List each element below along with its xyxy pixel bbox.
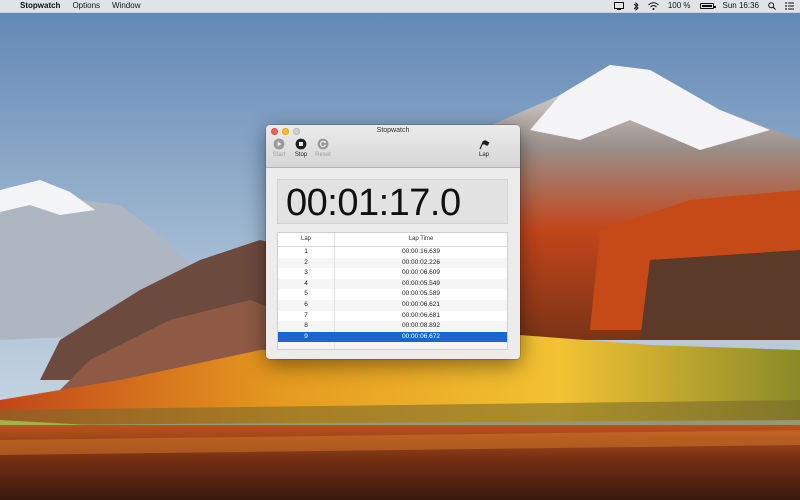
reset-icon	[317, 138, 329, 150]
stopwatch-window: Stopwatch Start Stop Reset Lap 00:01:17.…	[266, 125, 520, 359]
display-mirror-icon[interactable]	[613, 0, 624, 12]
stop-icon	[295, 138, 307, 150]
table-row[interactable]: 4 00:00:05.549	[278, 278, 507, 290]
bluetooth-icon[interactable]	[633, 0, 639, 12]
battery-icon[interactable]	[699, 0, 716, 12]
table-row[interactable]: 9 00:00:06.672	[278, 331, 507, 343]
window-content: 00:01:17.0 Lap Lap Time 1 00:00:16.639 2 00…	[266, 168, 520, 359]
lap-time-cell: 00:00:16.639	[402, 248, 440, 255]
lap-label: Lap	[478, 152, 489, 158]
table-row[interactable]: 8 00:00:08.892	[278, 321, 507, 332]
menu-clock[interactable]: Sun 16:36	[723, 0, 759, 12]
search-icon[interactable]	[768, 0, 776, 12]
table-row[interactable]: 3 00:00:06.609	[278, 268, 507, 279]
flag-icon	[478, 138, 490, 150]
table-header: Lap Lap Time	[278, 233, 507, 247]
lap-number-cell: 5	[278, 289, 335, 300]
lap-time-cell: 00:00:06.609	[402, 269, 440, 277]
lap-number-cell: 2	[278, 257, 335, 269]
table-row[interactable]: 5 00:00:05.589	[278, 289, 507, 300]
lap-number-cell: 9	[278, 331, 335, 343]
empty-cell	[335, 342, 507, 349]
reset-label: Reset	[315, 152, 331, 158]
lap-number-cell: 7	[278, 310, 335, 322]
column-header-lap[interactable]: Lap	[278, 233, 335, 246]
menu-app-name[interactable]: Stopwatch	[20, 0, 60, 12]
lap-time-cell: 00:00:02.226	[402, 258, 440, 266]
table-row[interactable]: 2 00:00:02.226	[278, 257, 507, 269]
time-display-panel: 00:01:17.0	[277, 179, 508, 224]
lap-number-cell: 8	[278, 321, 335, 332]
column-header-lap-time[interactable]: Lap Time	[335, 233, 507, 246]
window-title: Stopwatch	[376, 127, 410, 134]
lap-time-cell: 00:00:05.549	[402, 279, 440, 287]
play-icon	[273, 138, 285, 150]
lap-number-cell: 4	[278, 278, 335, 290]
lap-time-cell: 00:00:05.589	[402, 290, 440, 298]
window-titlebar[interactable]: Stopwatch Start Stop Reset Lap	[266, 125, 520, 168]
menu-options[interactable]: Options	[72, 0, 100, 12]
wifi-icon[interactable]	[647, 0, 659, 12]
empty-row	[278, 342, 507, 349]
lap-button[interactable]: Lap	[471, 138, 497, 158]
empty-cell	[278, 342, 335, 349]
lap-number-cell: 3	[278, 268, 335, 279]
battery-percentage: 100 %	[667, 1, 691, 10]
lap-number-cell: 6	[278, 299, 335, 311]
menu-bar: Stopwatch Options Window 100 % Sun 16:36	[0, 0, 800, 13]
table-row[interactable]: 1 00:00:16.639	[278, 247, 507, 258]
menu-window[interactable]: Window	[112, 0, 140, 12]
lap-number-cell: 1	[278, 247, 335, 258]
table-row[interactable]: 7 00:00:06.681	[278, 310, 507, 322]
notification-center-icon[interactable]	[785, 0, 794, 12]
lap-time-cell: 00:00:08.892	[402, 322, 440, 330]
lap-time-cell: 00:00:06.681	[402, 311, 440, 319]
reset-button[interactable]: Reset	[310, 138, 336, 158]
table-body: 1 00:00:16.639 2 00:00:02.226 3 00:00:06.609 4…	[278, 247, 507, 349]
lap-time-cell: 00:00:06.672	[402, 332, 440, 340]
table-row[interactable]: 6 00:00:06.621	[278, 299, 507, 311]
lap-time-cell: 00:00:06.621	[402, 300, 440, 308]
lap-table[interactable]: Lap Lap Time 1 00:00:16.639 2 00:00:02.226 3…	[277, 232, 508, 350]
elapsed-time: 00:01:17.0	[286, 182, 461, 224]
